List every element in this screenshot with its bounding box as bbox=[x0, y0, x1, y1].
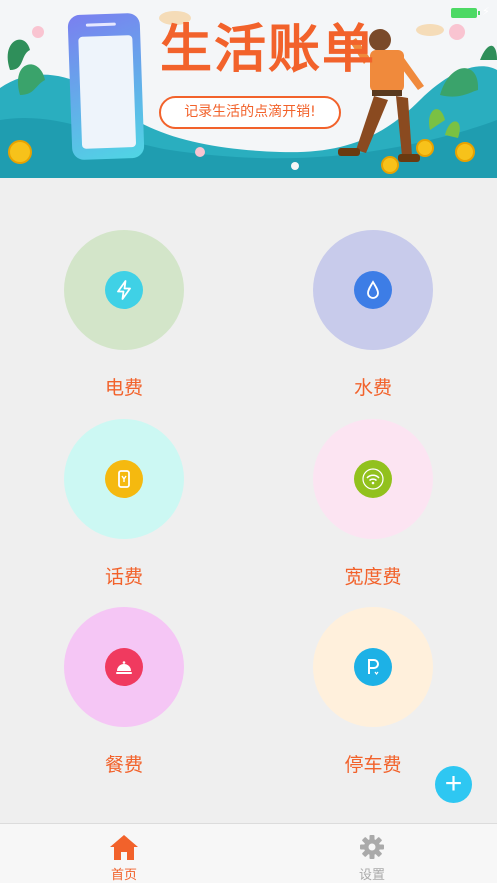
category-label: 水费 bbox=[353, 377, 392, 399]
header-banner: 生活账单 记录生活的点滴开销! ⚡ bbox=[0, 0, 497, 178]
plus-icon: + bbox=[444, 767, 463, 800]
water-drop-icon bbox=[354, 271, 392, 309]
add-button[interactable]: + bbox=[435, 766, 472, 803]
wifi-icon bbox=[354, 460, 392, 498]
tab-settings[interactable]: 设置 bbox=[332, 824, 412, 883]
tab-settings-label: 设置 bbox=[358, 868, 385, 883]
charging-icon: ⚡ bbox=[482, 6, 490, 18]
category-label: 餐费 bbox=[104, 754, 143, 776]
home-icon bbox=[110, 835, 138, 860]
food-cloche-icon bbox=[105, 648, 143, 686]
mobile-phone-icon bbox=[105, 460, 143, 498]
gear-icon bbox=[360, 835, 384, 859]
category-label: 电费 bbox=[104, 377, 143, 399]
category-label: 宽度费 bbox=[344, 566, 402, 588]
tab-home-label: 首页 bbox=[110, 868, 137, 883]
banner-title: 生活账单 bbox=[160, 20, 377, 80]
category-label: 停车费 bbox=[344, 754, 402, 776]
tab-home[interactable]: 首页 bbox=[84, 824, 164, 883]
banner-subtitle: 记录生活的点滴开销! bbox=[159, 96, 341, 129]
parking-icon bbox=[354, 648, 392, 686]
tab-bar: 首页 设置 bbox=[0, 823, 497, 883]
phone-illustration bbox=[67, 12, 145, 161]
category-label: 话费 bbox=[104, 566, 143, 588]
lightning-icon bbox=[105, 271, 143, 309]
battery-icon bbox=[451, 8, 477, 18]
